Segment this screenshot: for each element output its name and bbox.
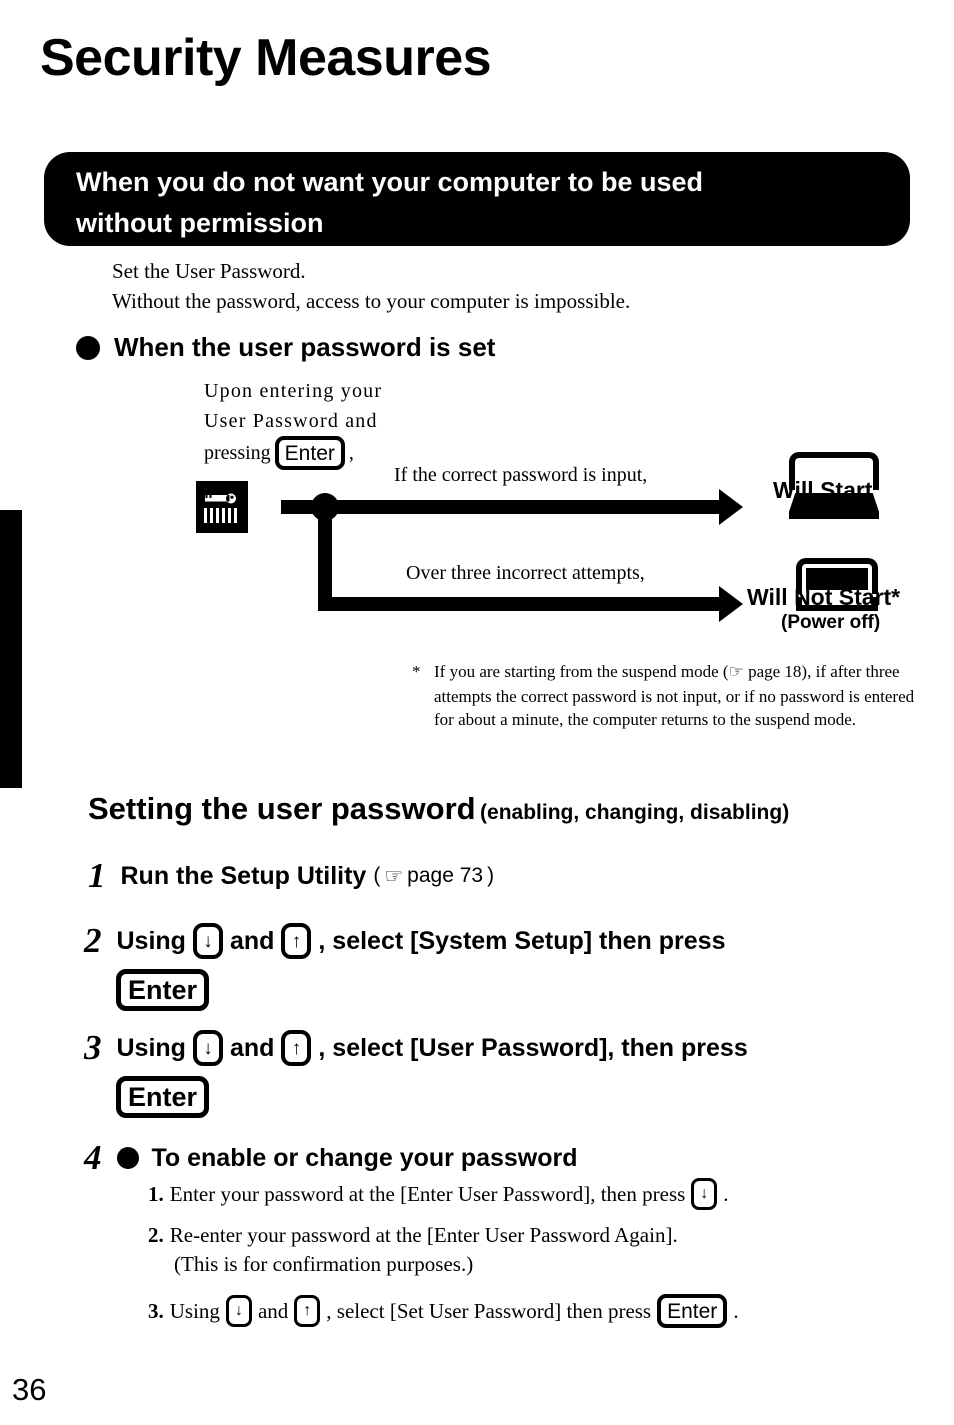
page-number: 36 xyxy=(12,1372,47,1407)
substep-3-text-2: and xyxy=(257,1298,289,1323)
section2-heading-sub: (enabling, changing, disabling) xyxy=(480,801,790,824)
step-3-text-1: Using xyxy=(116,1033,186,1062)
step-1-page-ref: ( ☞ page 73 ) xyxy=(373,864,494,888)
arrow-down-key-cap: ↓ xyxy=(691,1178,718,1210)
flow-label-failure: Over three incorrect attempts, xyxy=(406,562,645,584)
step-2-row-2: Enter xyxy=(116,969,726,1011)
enter-key-cap: Enter xyxy=(657,1294,728,1328)
flow-result-will-start: Will Start xyxy=(773,477,873,503)
step-1-number: 1 xyxy=(88,856,106,895)
substep-1-number: 1. xyxy=(148,1181,164,1206)
footnote-part-1: If you are starting from the suspend mod… xyxy=(434,662,729,681)
enter-key-cap: Enter xyxy=(274,436,345,470)
pointing-hand-icon: ☞ xyxy=(728,662,744,682)
flow-intro-text: Upon entering your User Password and pre… xyxy=(204,376,454,470)
arrow-up-key-cap: ↑ xyxy=(281,923,312,959)
step-3-row-1: 3 Using ↓ and ↑ , select [User Password]… xyxy=(84,1028,748,1068)
flow-result-will-not-start: Will Not Start* xyxy=(747,584,901,610)
footnote: * If you are starting from the suspend m… xyxy=(412,660,920,732)
substep-3-text-4: . xyxy=(733,1298,739,1323)
step-1-row: 1 Run the Setup Utility ( ☞ page 73 ) xyxy=(88,856,494,896)
flow-intro-line-3-pre: pressing xyxy=(204,442,271,464)
step-2-text-3: , select [System Setup] then press xyxy=(318,926,726,955)
enter-key-cap: Enter xyxy=(116,969,210,1011)
flow-intro-line-1: Upon entering your xyxy=(204,380,383,402)
flow-intro-line-2: User Password and xyxy=(204,410,378,432)
substep-2-text-1: Re-enter your password at the [Enter Use… xyxy=(169,1223,678,1247)
step-2-number: 2 xyxy=(84,921,102,960)
flow-arrow-success xyxy=(281,489,743,525)
step-2-text-2: and xyxy=(229,926,275,955)
arrow-down-key-cap: ↓ xyxy=(225,1295,252,1327)
step-4: 4 To enable or change your password xyxy=(84,1138,578,1178)
step-2: 2 Using ↓ and ↑ , select [System Setup] … xyxy=(84,921,726,1011)
substep-2: 2. Re-enter your password at the [Enter … xyxy=(148,1221,678,1279)
substep-3-number: 3. xyxy=(148,1298,164,1323)
filled-circle-bullet-icon xyxy=(116,1147,139,1169)
step-4-row: 4 To enable or change your password xyxy=(84,1138,578,1178)
enter-key-cap: Enter xyxy=(116,1076,210,1118)
step-3-row-2: Enter xyxy=(116,1076,748,1118)
key-glyph-icon xyxy=(205,492,239,505)
password-flow-diagram: Upon entering your User Password and pre… xyxy=(0,0,954,790)
flow-intro-line-3-post: , xyxy=(348,442,354,464)
step-1-paren-close: ) xyxy=(487,864,495,887)
flow-result-power-off: (Power off) xyxy=(781,612,881,633)
substep-1-row: 1. Enter your password at the [Enter Use… xyxy=(148,1178,729,1210)
step-1-text: Run the Setup Utility xyxy=(120,861,367,890)
keyboard-glyph-icon xyxy=(204,507,240,523)
substep-3: 3. Using ↓ and ↑ , select [Set User Pass… xyxy=(148,1294,739,1328)
step-2-row-1: 2 Using ↓ and ↑ , select [System Setup] … xyxy=(84,921,726,961)
step-3-text-3: , select [User Password], then press xyxy=(318,1033,748,1062)
key-and-keyboard-icon xyxy=(196,481,248,533)
step-1-paren-open: ( xyxy=(373,864,381,887)
step-4-number: 4 xyxy=(84,1138,102,1177)
substep-1-text-2: . xyxy=(723,1181,729,1206)
substep-2-row: 2. Re-enter your password at the [Enter … xyxy=(148,1221,678,1250)
step-3-number: 3 xyxy=(84,1028,102,1067)
section2-heading-main: Setting the user password xyxy=(88,791,476,826)
substep-1-text-1: Enter your password at the [Enter User P… xyxy=(169,1181,686,1206)
pointing-hand-icon: ☞ xyxy=(384,864,404,888)
substep-1: 1. Enter your password at the [Enter Use… xyxy=(148,1178,729,1210)
step-1: 1 Run the Setup Utility ( ☞ page 73 ) xyxy=(88,856,494,896)
substep-3-text-3: , select [Set User Password] then press xyxy=(326,1298,652,1323)
arrow-down-key-cap: ↓ xyxy=(192,923,223,959)
step-3-text-2: and xyxy=(229,1033,275,1062)
step-1-page-label: page 73 xyxy=(407,864,484,887)
step-3: 3 Using ↓ and ↑ , select [User Password]… xyxy=(84,1028,748,1118)
arrow-up-key-cap: ↑ xyxy=(281,1030,312,1066)
substep-2-text-2: (This is for confirmation purposes.) xyxy=(174,1252,474,1276)
substep-2-number: 2. xyxy=(148,1223,164,1247)
arrow-down-key-cap: ↓ xyxy=(192,1030,223,1066)
flow-label-success: If the correct password is input, xyxy=(394,464,648,486)
arrow-up-key-cap: ↑ xyxy=(294,1295,321,1327)
substep-3-text-1: Using xyxy=(169,1298,220,1323)
footnote-marker: * xyxy=(412,662,421,681)
document-page: Security Measures When you do not want y… xyxy=(0,0,954,1425)
step-4-heading: To enable or change your password xyxy=(151,1143,578,1172)
flow-line-vertical xyxy=(318,500,332,604)
substep-3-row: 3. Using ↓ and ↑ , select [Set User Pass… xyxy=(148,1294,739,1328)
step-2-text-1: Using xyxy=(116,926,186,955)
footnote-body: If you are starting from the suspend mod… xyxy=(434,660,920,732)
flow-arrow-failure xyxy=(318,586,743,622)
section2-heading: Setting the user password (enabling, cha… xyxy=(88,791,789,827)
